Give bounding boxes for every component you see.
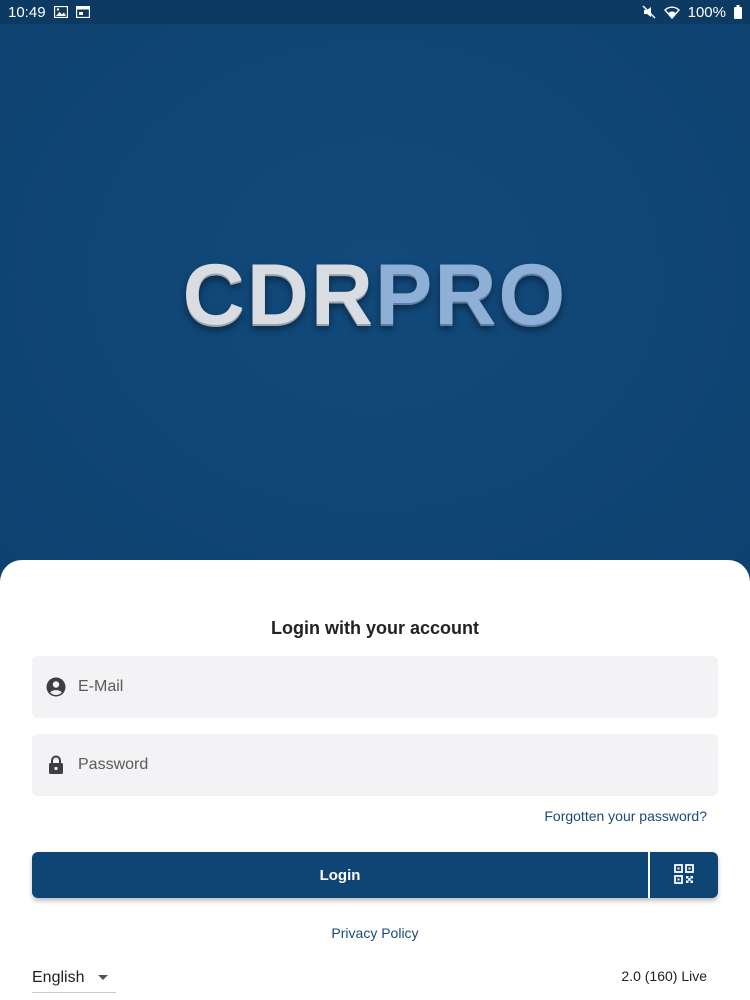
image-icon [53, 6, 68, 18]
login-sheet: Login with your account Forgotten your p… [0, 560, 750, 1000]
login-button[interactable]: Login [32, 852, 648, 898]
password-field[interactable] [32, 734, 718, 796]
qr-login-button[interactable] [648, 852, 718, 898]
account-icon [46, 677, 66, 697]
app-version: 2.0 (160) Live [621, 968, 707, 984]
lock-icon [46, 755, 66, 775]
logo-text-cdr: CDR [182, 247, 375, 343]
battery-icon [734, 5, 742, 19]
mute-icon [642, 5, 656, 19]
privacy-policy-link[interactable]: Privacy Policy [0, 925, 750, 941]
wifi-icon [663, 5, 680, 19]
forgot-password-link[interactable]: Forgotten your password? [544, 808, 707, 824]
app-logo: CDRPRO [0, 252, 750, 338]
login-button-group: Login [32, 852, 718, 898]
hero-banner: CDRPRO [0, 24, 750, 584]
language-select[interactable]: English [32, 963, 116, 993]
qr-code-icon [674, 863, 694, 887]
status-time: 10:49 [8, 3, 46, 21]
dropdown-caret-icon [98, 975, 108, 980]
battery-percent: 100% [687, 3, 726, 21]
email-input[interactable] [78, 678, 678, 696]
status-left: 10:49 [8, 4, 90, 21]
status-right: 100% [642, 4, 742, 21]
logo-text-pro: PRO [374, 247, 568, 343]
language-value: English [32, 968, 85, 986]
login-title: Login with your account [271, 618, 479, 638]
password-input[interactable] [78, 756, 678, 774]
calendar-icon [75, 6, 90, 18]
email-field[interactable] [32, 656, 718, 718]
status-bar: 10:49 100% [0, 0, 750, 24]
